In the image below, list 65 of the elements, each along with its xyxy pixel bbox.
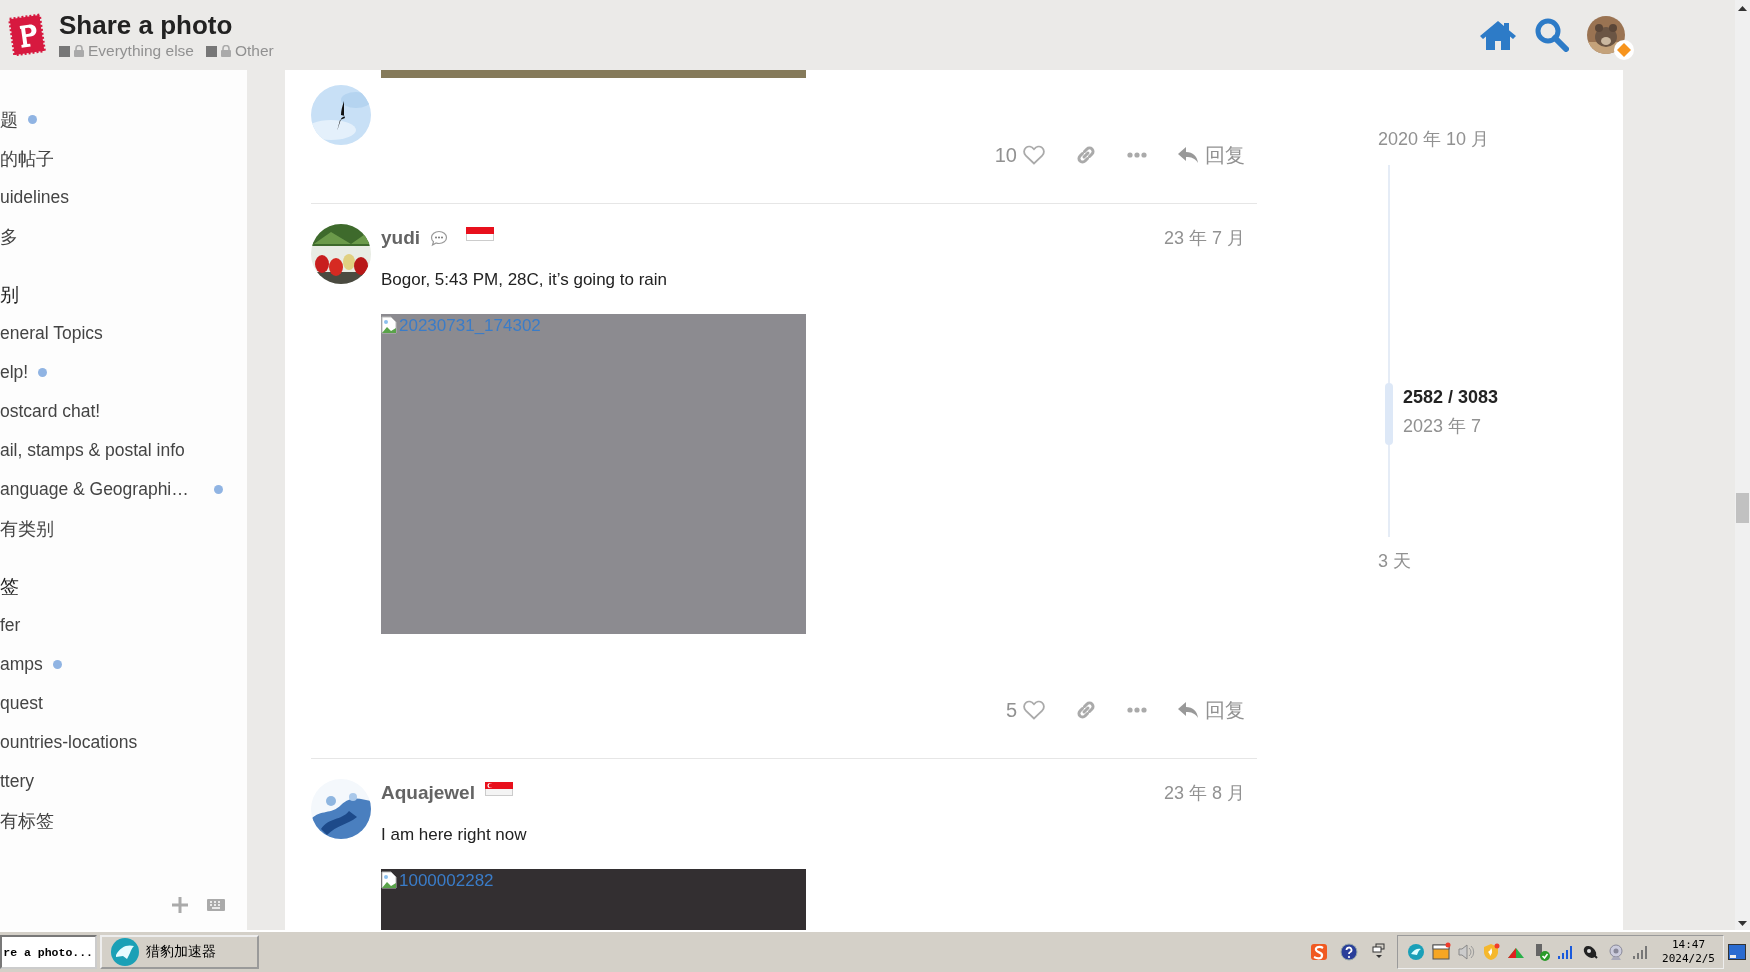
sidebar-link[interactable]: uidelines (0, 187, 70, 208)
keyboard-icon[interactable] (207, 899, 225, 911)
reply-arrow-icon (1177, 700, 1199, 720)
sidebar-link[interactable]: eneral Topics (0, 323, 103, 344)
help-icon[interactable] (1339, 942, 1359, 962)
clock-time[interactable]: 14:47 (1671, 938, 1706, 952)
link-button[interactable] (1075, 699, 1097, 721)
diamond-badge-icon (1614, 40, 1634, 60)
window-icon[interactable] (1431, 942, 1451, 962)
category-square-icon (206, 45, 217, 57)
scrollbar-thumb[interactable] (1736, 493, 1749, 523)
flag-icon (466, 227, 495, 241)
sidebar-link[interactable]: ostcard chat! (0, 401, 101, 422)
category-square-icon (59, 45, 70, 57)
broken-image-icon (381, 871, 397, 889)
heart-icon (1023, 700, 1045, 720)
broken-image-icon (381, 316, 397, 334)
round-logo-icon[interactable] (1406, 942, 1426, 962)
sidebar-link[interactable]: ountries-locations (0, 732, 138, 753)
post-text: I am here right now (381, 824, 528, 846)
plus-icon[interactable] (171, 896, 189, 914)
sidebar-link[interactable]: 的帖子 (0, 146, 54, 171)
sidebar-link[interactable]: ttery (0, 771, 35, 792)
more-button[interactable] (1127, 152, 1147, 158)
position-date: 2023 年 7 (1403, 415, 1483, 438)
flag-icon (485, 782, 513, 796)
timeline-handle[interactable] (1385, 383, 1393, 445)
topic-title[interactable]: Share a photo (59, 10, 274, 40)
shield-icon[interactable] (1481, 942, 1501, 962)
username[interactable]: yudi (381, 227, 421, 249)
heart-icon (1023, 145, 1045, 165)
sidebar-link[interactable]: 有类别 (0, 516, 54, 541)
sidebar-link[interactable]: amps (0, 654, 43, 675)
section-heading[interactable]: 签 (0, 573, 19, 600)
desktop-icon[interactable] (1728, 944, 1746, 960)
link-button[interactable] (1075, 144, 1097, 166)
sidebar-link[interactable]: 题 (0, 107, 18, 132)
taskbar-window-button[interactable]: re a photo... (0, 935, 97, 969)
sidebar-link[interactable]: quest (0, 693, 43, 714)
square-logo-icon[interactable] (1309, 942, 1329, 962)
home-icon[interactable] (1479, 19, 1517, 51)
sidebar-link[interactable]: 有标签 (0, 808, 54, 833)
webcam-icon[interactable] (1606, 942, 1626, 962)
clock-date[interactable]: 2024/2/5 (1662, 952, 1715, 966)
scroll-up-icon[interactable] (1738, 6, 1747, 11)
post-text: Bogor, 5:43 PM, 28C, it’s going to rain (381, 269, 669, 291)
post-position: 2582 / 3083 (1403, 387, 1499, 408)
username[interactable]: Aquajewel (381, 782, 475, 804)
search-icon[interactable] (1535, 18, 1569, 52)
sidebar-link[interactable]: elp! (0, 362, 29, 383)
link-icon (1075, 699, 1097, 721)
dots-icon (1127, 707, 1147, 713)
more-button[interactable] (1127, 707, 1147, 713)
link-icon (1075, 144, 1097, 166)
app-icon (110, 937, 140, 967)
sidebar-link[interactable]: 多 (0, 224, 18, 249)
sidebar-link[interactable]: anguage & Geographi… (0, 479, 189, 500)
reply-arrow-icon (1177, 145, 1199, 165)
taskbar-window-button[interactable]: 猎豹加速器 (100, 935, 259, 969)
logo-icon[interactable] (8, 13, 46, 57)
scroll-down-icon[interactable] (1738, 921, 1747, 926)
sidebar-link[interactable]: ail, stamps & postal info (0, 440, 185, 461)
dots-icon (1127, 152, 1147, 158)
section-heading[interactable]: 别 (0, 281, 19, 308)
sidebar-link[interactable]: fer (0, 615, 21, 636)
